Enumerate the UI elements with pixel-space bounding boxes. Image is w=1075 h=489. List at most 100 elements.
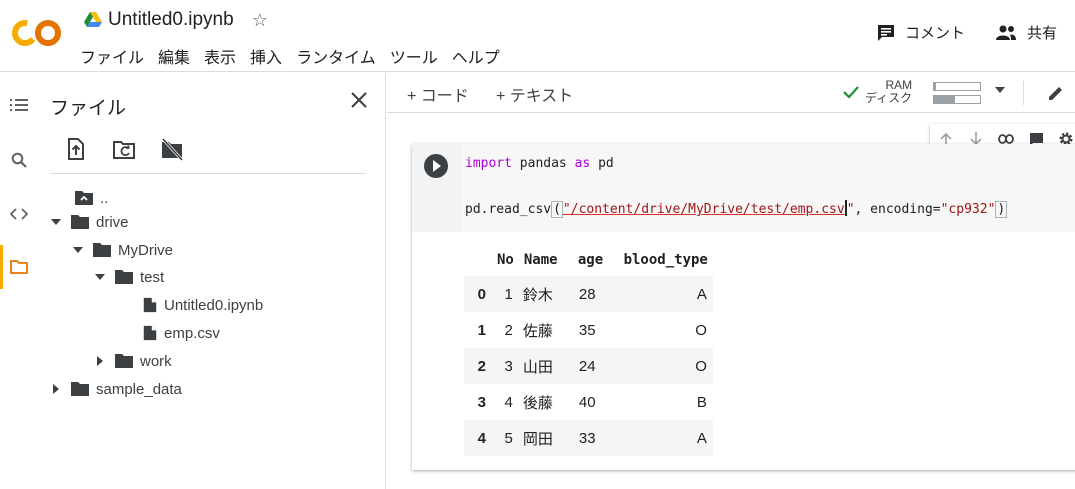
tree-item-test[interactable]: test — [94, 265, 164, 289]
cell-no: 5 — [492, 420, 519, 456]
colab-logo[interactable] — [12, 18, 62, 48]
code-line-2: pd.read_csv("/content/drive/MyDrive/test… — [465, 200, 1008, 218]
tree-item-work[interactable]: work — [94, 349, 172, 373]
tree-item-emp-csv[interactable]: emp.csv — [142, 321, 220, 345]
column-header — [464, 244, 492, 276]
active-indicator — [0, 245, 3, 289]
menu-file[interactable]: ファイル — [78, 44, 146, 68]
folder-up-icon — [75, 191, 93, 205]
code-token: "/content/drive/MyDrive/test/emp.csv — [562, 202, 845, 217]
refresh-folder-icon[interactable] — [112, 137, 136, 161]
tree-label: drive — [96, 213, 129, 231]
code-cell: import pandas as pd pd.read_csv("/conten… — [412, 144, 1075, 470]
disk-bar — [933, 95, 981, 104]
cell-no: 3 — [492, 348, 519, 384]
menu-view[interactable]: 表示 — [202, 44, 238, 68]
code-token: " — [846, 202, 855, 217]
left-rail — [0, 73, 38, 489]
code-token: pd — [590, 156, 614, 171]
code-editor[interactable]: import pandas as pd pd.read_csv("/conten… — [462, 144, 1075, 232]
cell-name: 後藤 — [522, 394, 553, 412]
file-icon — [143, 297, 157, 313]
chevron-down-icon[interactable] — [995, 87, 1005, 93]
cell-age: 33 — [572, 420, 613, 456]
panel-divider — [50, 173, 366, 174]
chevron-right-icon[interactable] — [94, 355, 106, 367]
comment-button[interactable]: コメント — [877, 22, 965, 43]
resource-bars[interactable] — [933, 82, 981, 108]
tree-label: Untitled0.ipynb — [164, 296, 264, 314]
code-token: ( — [551, 201, 563, 218]
menu-insert[interactable]: 挿入 — [248, 44, 284, 68]
star-icon[interactable]: ☆ — [252, 10, 268, 31]
folder-icon[interactable] — [9, 257, 29, 277]
close-icon[interactable] — [348, 89, 370, 111]
add-code-button[interactable]: + コード — [407, 82, 469, 106]
tree-item-sample-data[interactable]: sample_data — [50, 377, 182, 401]
menu-help[interactable]: ヘルプ — [450, 44, 502, 68]
folder-icon — [71, 382, 89, 396]
resource-labels[interactable]: RAM ディスク — [865, 79, 912, 105]
tree-item-untitled0[interactable]: Untitled0.ipynb — [142, 293, 263, 317]
code-token: import — [465, 156, 512, 171]
upload-icon[interactable] — [64, 137, 88, 161]
cell-no: 1 — [492, 276, 519, 312]
folder-icon — [93, 243, 111, 257]
list-icon[interactable] — [9, 95, 29, 115]
row-index: 4 — [464, 420, 492, 456]
chevron-right-icon[interactable] — [50, 383, 62, 395]
column-header: blood_type — [623, 252, 708, 268]
header-actions: コメント 共有 — [847, 22, 1057, 43]
ram-bar — [933, 82, 981, 91]
chevron-down-icon[interactable] — [72, 244, 84, 256]
run-cell-button[interactable] — [424, 154, 448, 178]
tree-item-drive[interactable]: drive — [50, 210, 129, 234]
code-icon[interactable] — [9, 204, 29, 224]
cell-name: 岡田 — [518, 420, 573, 456]
cell-blood-type: B — [696, 393, 707, 411]
share-label: 共有 — [1026, 25, 1057, 42]
table-row: 4 5 岡田 33 A — [464, 420, 713, 456]
chevron-down-icon[interactable] — [50, 216, 62, 228]
title-row: Untitled0.ipynb ☆ — [84, 9, 268, 31]
pencil-icon[interactable] — [1047, 84, 1065, 102]
cell-age: 40 — [578, 393, 596, 411]
share-button[interactable]: 共有 — [995, 22, 1057, 43]
tree-label: emp.csv — [164, 324, 220, 342]
cell-age: 28 — [572, 276, 613, 312]
cell-name: 山田 — [518, 348, 573, 384]
cell-gutter — [412, 144, 462, 232]
cell-no: 4 — [504, 393, 513, 411]
tree-item-mydrive[interactable]: MyDrive — [72, 238, 173, 262]
disk-bar-fill — [934, 96, 955, 103]
cell-age: 35 — [578, 321, 596, 339]
row-index: 3 — [477, 393, 486, 411]
code-token: , encoding= — [854, 202, 941, 217]
menu-runtime[interactable]: ランタイム — [294, 44, 378, 68]
tree-item-parent[interactable]: .. — [74, 186, 108, 210]
table-row: 3 4 後藤 40 B — [464, 384, 713, 420]
code-token: pd.read_csv — [465, 202, 552, 217]
drive-icon — [84, 12, 102, 27]
add-text-button[interactable]: + テキスト — [496, 82, 573, 106]
mount-drive-off-icon[interactable] — [160, 137, 184, 161]
comment-label: コメント — [904, 25, 965, 42]
tree-label: sample_data — [96, 380, 182, 398]
people-icon — [995, 25, 1016, 40]
panel-title: ファイル — [50, 98, 127, 119]
search-icon[interactable] — [9, 150, 29, 170]
menu-edit[interactable]: 編集 — [156, 44, 192, 68]
folder-icon — [115, 354, 133, 368]
cell-blood-type: A — [612, 420, 713, 456]
column-header: No — [497, 252, 514, 268]
column-header: age — [577, 252, 604, 268]
notebook-title[interactable]: Untitled0.ipynb — [108, 9, 234, 31]
menu-tools[interactable]: ツール — [388, 44, 440, 68]
row-index: 2 — [464, 348, 492, 384]
tree-label: test — [140, 268, 165, 286]
cell-name: 佐藤 — [522, 322, 553, 340]
chevron-down-icon[interactable] — [94, 271, 106, 283]
row-index: 0 — [464, 276, 492, 312]
cell-no: 2 — [504, 321, 513, 339]
file-icon — [143, 325, 157, 341]
